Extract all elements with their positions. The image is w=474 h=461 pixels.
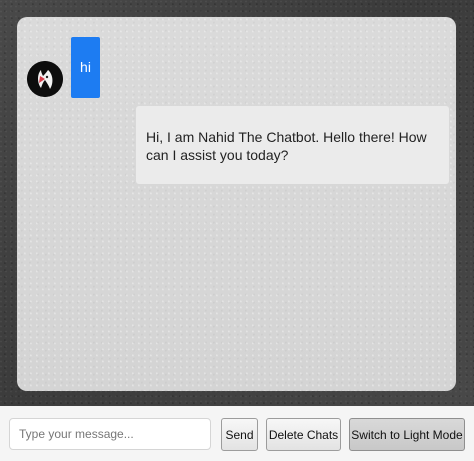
user-message-bubble: hi [71,37,100,98]
bot-message-bubble: Hi, I am Nahid The Chatbot. Hello there!… [136,106,449,184]
message-composer: Send Delete Chats Switch to Light Mode [0,406,474,461]
delete-chats-button[interactable]: Delete Chats [266,418,341,451]
message-input[interactable] [9,418,211,450]
send-button[interactable]: Send [221,418,258,451]
chatbot-avatar-icon [27,61,63,97]
switch-light-mode-button[interactable]: Switch to Light Mode [349,418,465,451]
chat-window: hi Hi, I am Nahid The Chatbot. Hello the… [17,17,456,391]
